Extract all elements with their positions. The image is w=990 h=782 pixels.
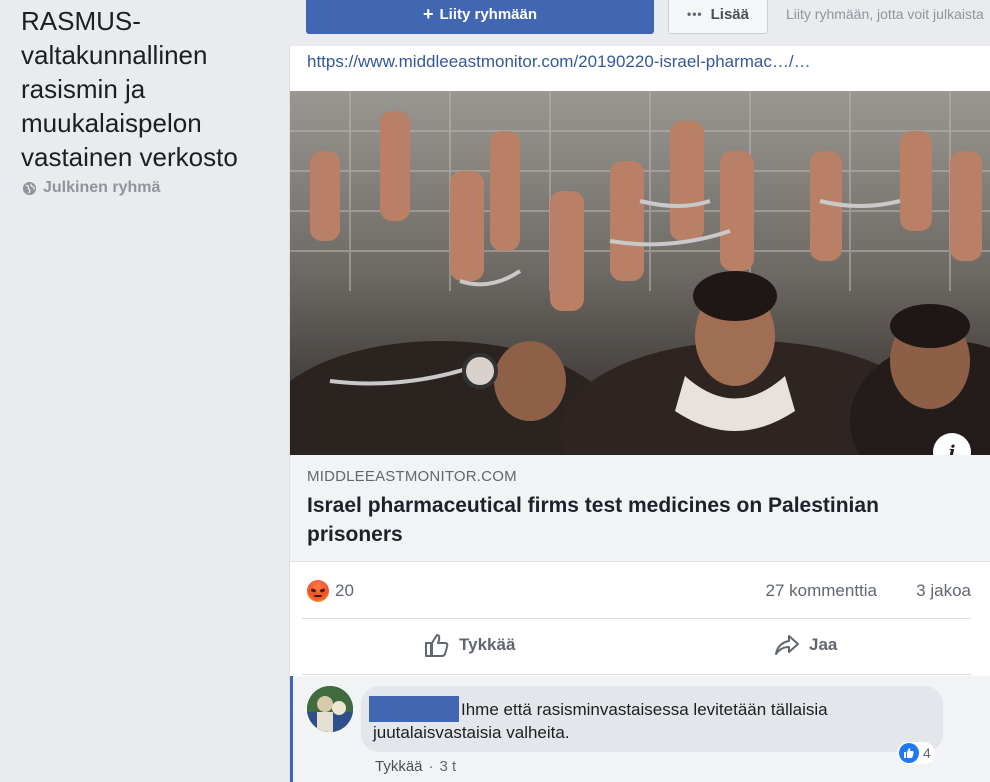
- reaction-count[interactable]: 20: [335, 581, 354, 601]
- group-type-label: Julkinen ryhmä: [43, 179, 161, 196]
- like-label: Tykkää: [459, 635, 516, 654]
- post-actions: Tykkää Jaa: [290, 620, 990, 672]
- link-title[interactable]: Israel pharmaceutical firms test medicin…: [307, 491, 967, 549]
- share-label: Jaa: [809, 635, 838, 654]
- post-card: https://www.middleeastmonitor.com/201902…: [289, 46, 990, 782]
- group-privacy: Julkinen ryhmä: [22, 179, 160, 197]
- shares-count[interactable]: 3 jakoa: [916, 581, 971, 601]
- divider: [302, 674, 971, 675]
- comment-actions: Tykkää · 3 t: [375, 758, 456, 775]
- link-preview-image[interactable]: i: [290, 91, 990, 455]
- comments-section: Ihme että rasisminvastaisessa levitetään…: [290, 676, 990, 782]
- join-hint: Liity ryhmään, jotta voit julkaista: [786, 6, 984, 22]
- left-sidebar: RASMUS-valtakunnallinen rasismin ja muuk…: [0, 0, 289, 782]
- comment-text: Ihme että rasisminvastaisessa levitetään…: [373, 700, 828, 742]
- divider: [302, 618, 971, 619]
- angry-reaction-icon[interactable]: [307, 580, 329, 602]
- comment-like-link[interactable]: Tykkää: [375, 758, 423, 775]
- group-name[interactable]: RASMUS-valtakunnallinen rasismin ja muuk…: [21, 4, 281, 174]
- join-group-button[interactable]: + Liity ryhmään: [306, 0, 654, 34]
- comment-reactions[interactable]: 4: [897, 742, 935, 764]
- separator: ·: [428, 758, 434, 775]
- link-preview-meta[interactable]: MIDDLEEASTMONITOR.COM Israel pharmaceuti…: [290, 455, 990, 562]
- globe-icon: [22, 181, 37, 195]
- share-button[interactable]: Jaa: [774, 633, 837, 657]
- avatar-photo: [307, 686, 353, 732]
- reactions-summary: 20 27 kommenttia 3 jakoa: [290, 562, 990, 618]
- more-dots-icon: •••: [687, 7, 703, 21]
- thumbs-up-icon: [425, 634, 449, 657]
- like-reaction-icon: [899, 743, 919, 763]
- comment-time[interactable]: 3 t: [440, 758, 457, 775]
- more-label: Lisää: [710, 5, 749, 23]
- link-domain: MIDDLEEASTMONITOR.COM: [307, 468, 517, 485]
- comment-bubble: Ihme että rasisminvastaisessa levitetään…: [361, 686, 943, 752]
- plus-icon: +: [422, 3, 434, 24]
- comment-like-count: 4: [923, 745, 931, 761]
- like-button[interactable]: Tykkää: [424, 633, 515, 657]
- comments-count[interactable]: 27 kommenttia: [766, 581, 878, 601]
- prisoners-photo: [290, 91, 990, 455]
- more-button[interactable]: ••• Lisää: [668, 0, 768, 34]
- share-arrow-icon: [775, 635, 799, 655]
- post-link-url[interactable]: https://www.middleeastmonitor.com/201902…: [307, 52, 811, 72]
- join-group-label: Liity ryhmään: [439, 5, 538, 23]
- avatar[interactable]: [307, 686, 353, 732]
